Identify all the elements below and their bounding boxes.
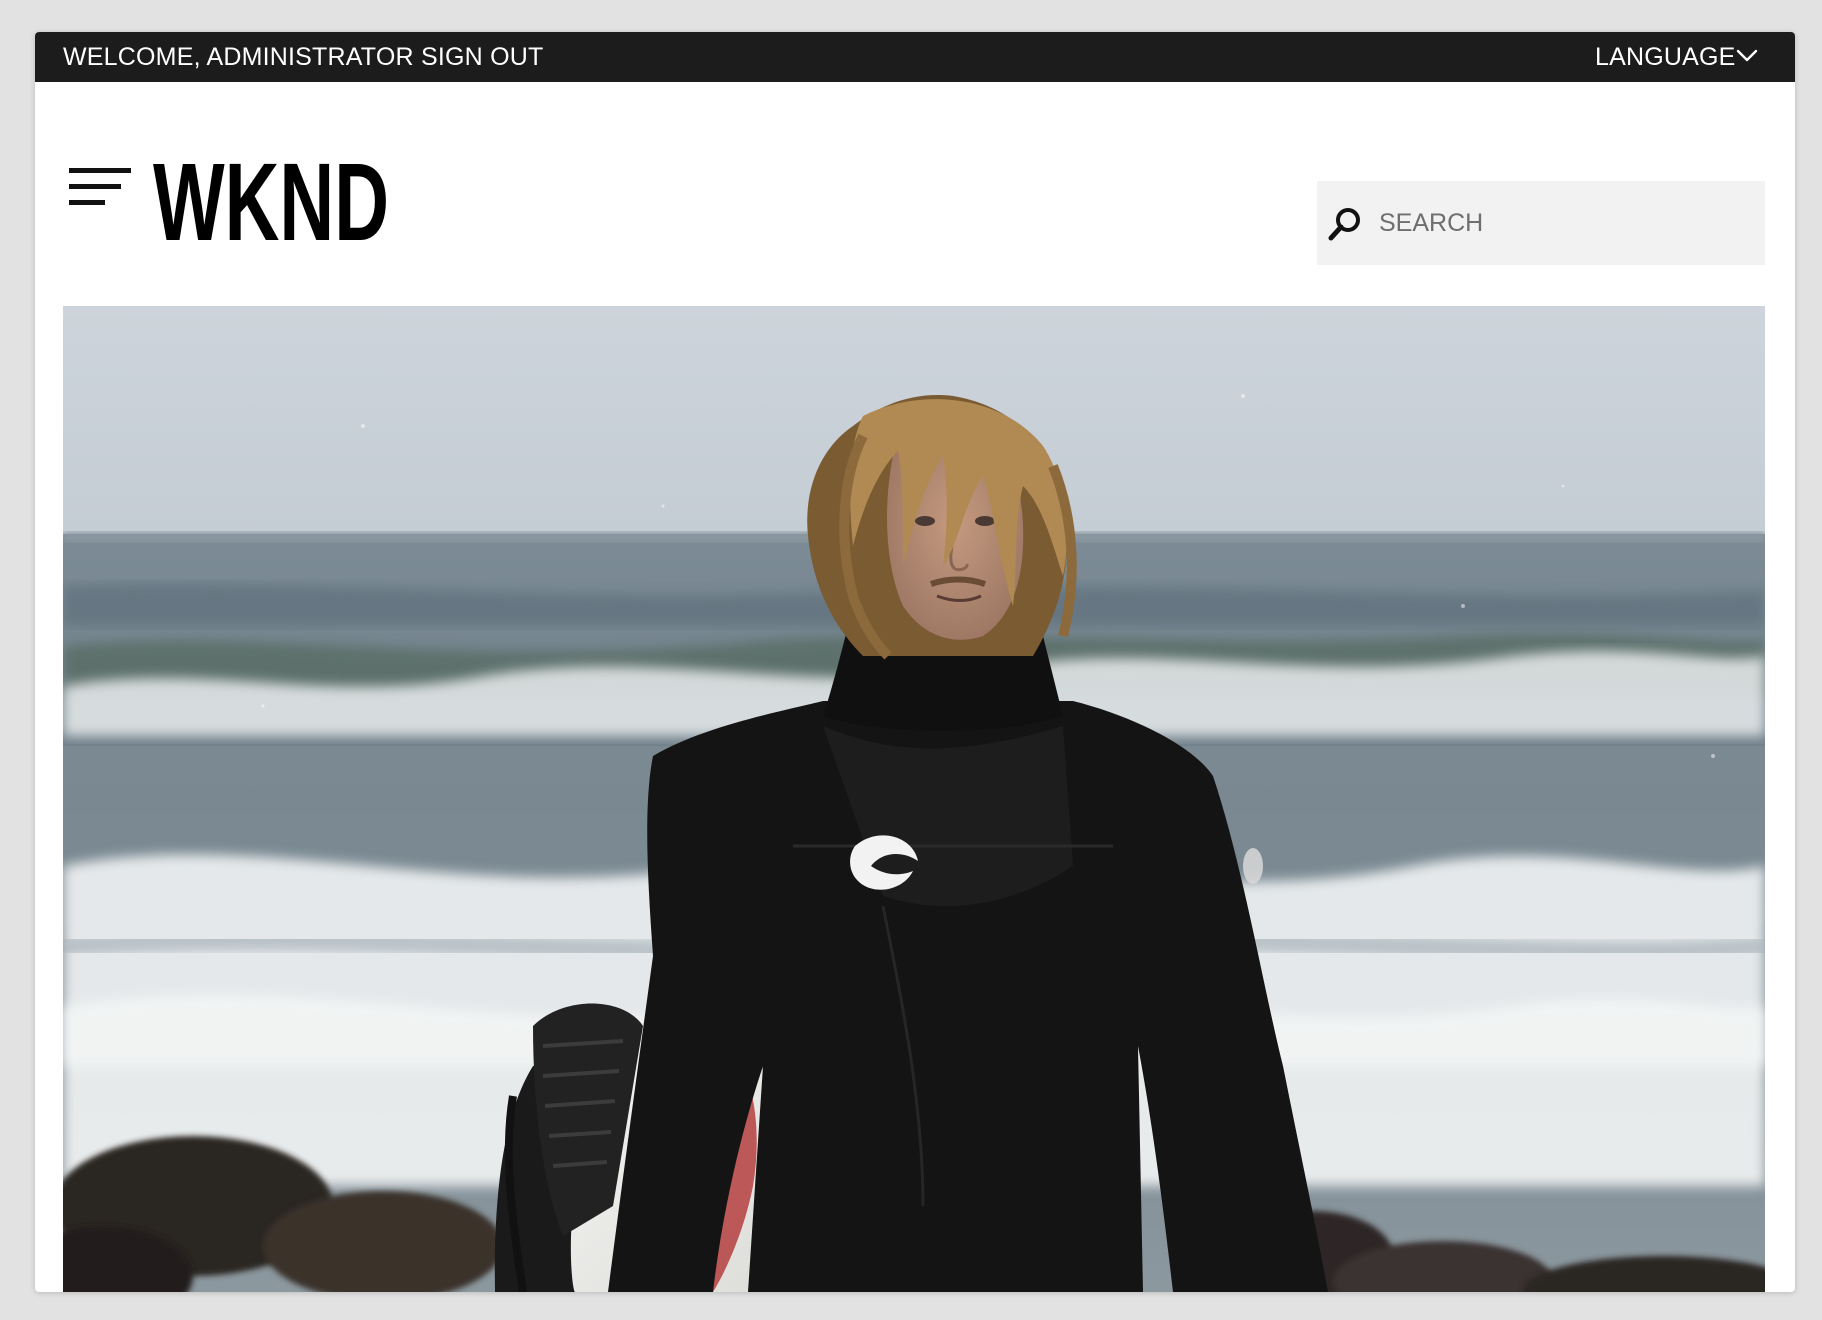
chevron-down-icon[interactable] [1735,46,1759,66]
surfer-photo [63,306,1765,1292]
site-header: WKND [35,82,1795,302]
hero-image [63,306,1765,1292]
logo-text: WKND [153,152,389,252]
hamburger-menu-icon[interactable] [69,166,131,208]
wknd-logo[interactable]: WKND [153,152,391,252]
sign-out-link[interactable]: SIGN OUT [421,32,543,82]
search-input[interactable] [1379,181,1749,265]
search-icon [1328,208,1360,241]
search-box[interactable] [1317,181,1765,265]
language-selector[interactable]: LANGUAGE [1595,32,1736,82]
browser-page: WELCOME, ADMINISTRATOR SIGN OUT LANGUAGE… [35,32,1795,1292]
welcome-text: WELCOME, ADMINISTRATOR [63,43,414,71]
utility-bar: WELCOME, ADMINISTRATOR SIGN OUT LANGUAGE [35,32,1795,82]
